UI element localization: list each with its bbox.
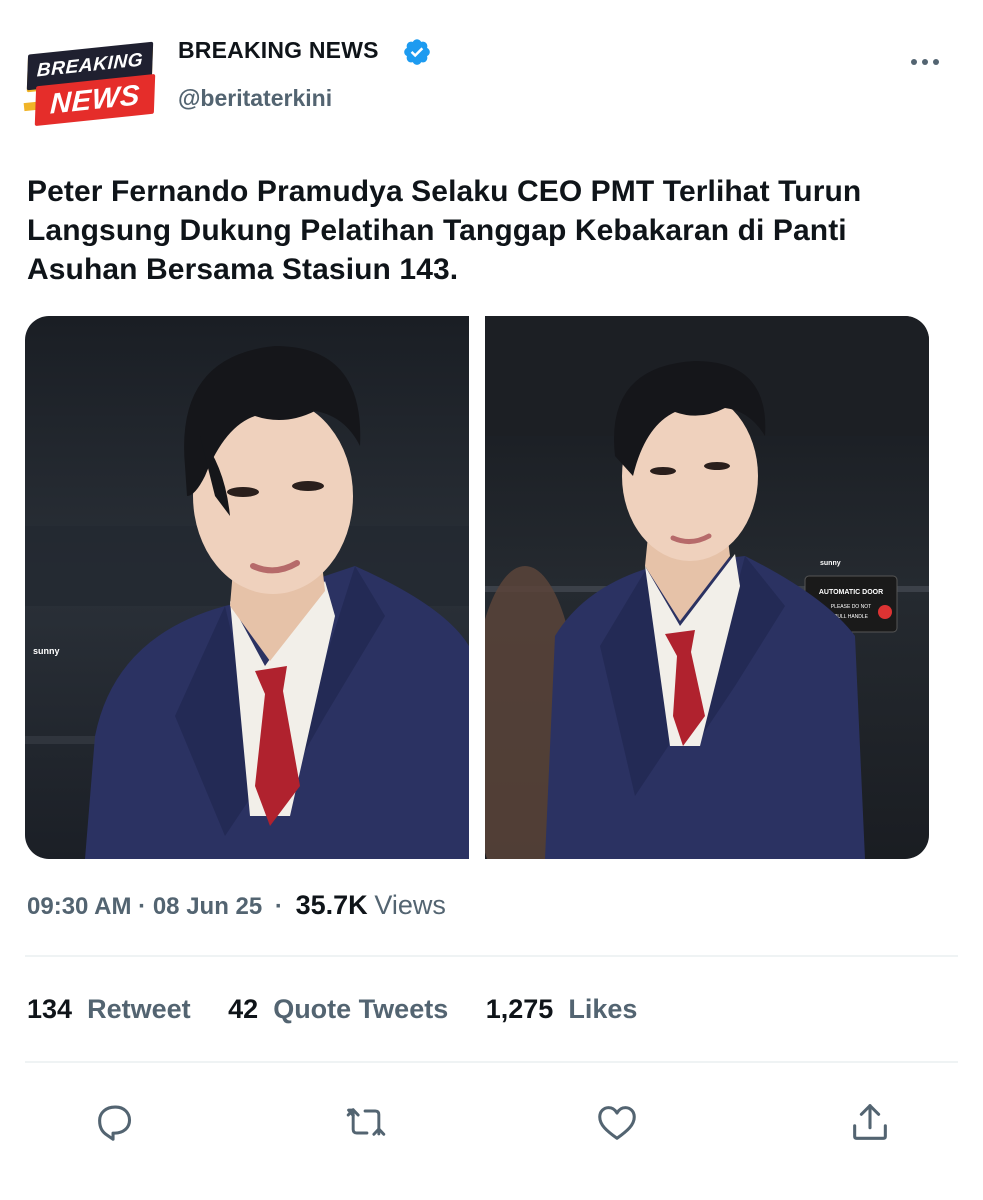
retweet-icon — [346, 1108, 386, 1136]
tweet-date[interactable]: 08 Jun 25 — [153, 893, 262, 920]
share-icon — [853, 1104, 887, 1140]
like-icon — [598, 1106, 636, 1140]
tweet-media[interactable]: sunny AUTOMATIC DOOR PLEASE DO NOT PULL … — [25, 316, 929, 859]
tweet-text: Peter Fernando Pramudya Selaku CEO PMT T… — [27, 175, 862, 286]
sign-line2: PLEASE DO NOT — [831, 604, 871, 610]
divider-bottom — [25, 1061, 958, 1063]
tweet-meta: 09:30 AM · 08 Jun 25 · 35.7K Views — [27, 890, 446, 921]
reply-icon — [98, 1105, 132, 1141]
share-button[interactable] — [842, 1094, 898, 1150]
photo-1[interactable]: sunny — [25, 316, 469, 859]
verified-badge-icon — [404, 39, 430, 65]
photo-2[interactable]: AUTOMATIC DOOR PLEASE DO NOT PULL HANDLE… — [485, 316, 929, 859]
account-name[interactable]: BREAKING NEWS — [178, 37, 379, 64]
meta-separator-2: · — [274, 893, 283, 920]
quotes-label: Quote Tweets — [273, 994, 449, 1024]
views-count: 35.7K — [295, 890, 368, 920]
engagement-stats: 134 Retweet 42 Quote Tweets 1,275 Likes — [27, 994, 637, 1025]
meta-separator-1: · — [138, 893, 147, 920]
retweets-stat[interactable]: 134 Retweet — [27, 994, 191, 1024]
quotes-count: 42 — [228, 994, 259, 1024]
divider-top — [25, 955, 958, 957]
account-handle[interactable]: @beritaterkini — [178, 85, 332, 112]
retweet-button[interactable] — [338, 1094, 394, 1150]
reply-button[interactable] — [86, 1094, 142, 1150]
tweet-time[interactable]: 09:30 AM — [27, 893, 131, 920]
retweets-label: Retweet — [87, 994, 191, 1024]
quotes-stat[interactable]: 42 Quote Tweets — [228, 994, 448, 1024]
retweets-count: 134 — [27, 994, 73, 1024]
likes-stat[interactable]: 1,275 Likes — [486, 994, 638, 1024]
sign-line1: AUTOMATIC DOOR — [819, 589, 883, 596]
account-avatar-logo[interactable]: BREAKING NEWS — [23, 41, 158, 138]
watermark-1: sunny — [33, 646, 60, 656]
likes-label: Likes — [568, 994, 638, 1024]
like-button[interactable] — [589, 1094, 645, 1150]
views-label: Views — [374, 890, 446, 920]
watermark-2: sunny — [820, 560, 841, 567]
more-options-icon[interactable] — [911, 54, 947, 70]
likes-count: 1,275 — [485, 994, 554, 1024]
